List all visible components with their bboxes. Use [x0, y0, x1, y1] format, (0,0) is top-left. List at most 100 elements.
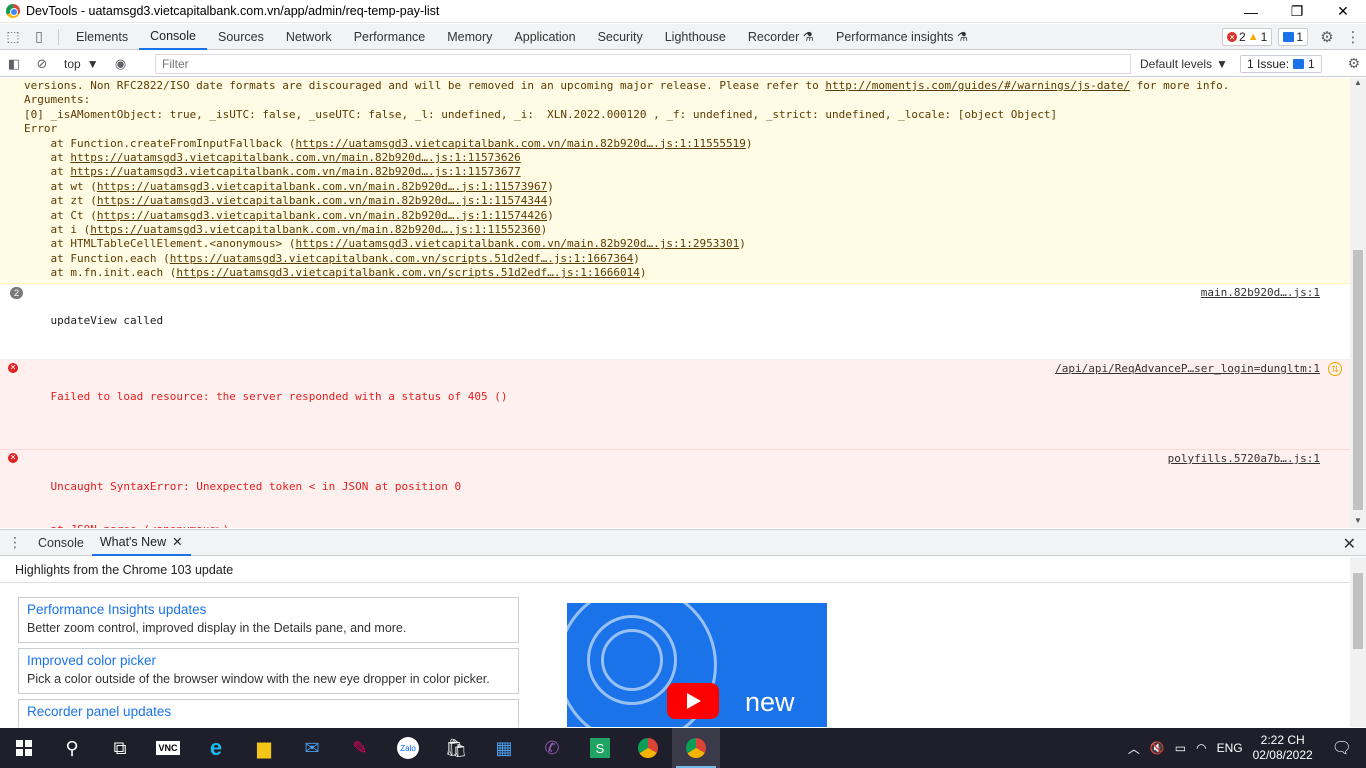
close-tab-icon[interactable]: ✕: [172, 534, 182, 549]
drawer-tab-console[interactable]: Console: [30, 529, 92, 556]
message-counter[interactable]: 1: [1278, 28, 1308, 46]
tab-performance-insights[interactable]: Performance insights ⚗: [825, 24, 979, 50]
whats-new-scrollbar[interactable]: [1350, 557, 1366, 727]
stack-frame-link[interactable]: https://uatamsgd3.vietcapitalbank.com.vn…: [176, 266, 640, 279]
network-request-icon[interactable]: ⇅: [1328, 361, 1342, 376]
stack-frame-text: at wt (: [24, 179, 97, 193]
tab-security[interactable]: Security: [587, 24, 654, 50]
mail-icon[interactable]: ✉: [288, 728, 336, 768]
tab-memory[interactable]: Memory: [436, 24, 503, 50]
sidebar-toggle-icon[interactable]: ◧: [0, 51, 28, 77]
tab-lighthouse[interactable]: Lighthouse: [654, 24, 737, 50]
tab-recorder-label: Recorder: [747, 29, 800, 44]
tab-recorder[interactable]: Recorder ⚗: [737, 24, 825, 50]
maximize-button[interactable]: ❐: [1274, 0, 1320, 23]
scroll-down-icon[interactable]: ▼: [1350, 516, 1366, 528]
vnc-icon[interactable]: VNC: [144, 728, 192, 768]
sheets-icon[interactable]: S: [576, 728, 624, 768]
tab-elements[interactable]: Elements: [65, 24, 139, 50]
chrome-icon[interactable]: [624, 728, 672, 768]
zalo-icon[interactable]: Zalo: [384, 728, 432, 768]
stack-frame-text: at: [24, 151, 71, 165]
stack-frame-link[interactable]: https://uatamsgd3.vietcapitalbank.com.vn…: [97, 180, 547, 193]
console-syntax-error: ✕ Uncaught SyntaxError: Unexpected token…: [0, 450, 1350, 528]
language-indicator[interactable]: ENG: [1212, 741, 1248, 755]
feature-card-title[interactable]: Performance Insights updates: [27, 602, 510, 617]
log-levels-select[interactable]: Default levels ▼: [1140, 51, 1228, 77]
feature-card-title[interactable]: Improved color picker: [27, 653, 510, 668]
error-icon: ✕: [1227, 32, 1238, 42]
store-icon[interactable]: 🛍: [432, 728, 480, 768]
wifi-icon[interactable]: ◠: [1191, 741, 1211, 755]
stack-frame-link[interactable]: https://uatamsgd3.vietcapitalbank.com.vn…: [97, 209, 547, 222]
whats-new-video[interactable]: new: [567, 603, 827, 727]
start-button[interactable]: [0, 728, 48, 768]
stack-frame-link[interactable]: https://uatamsgd3.vietcapitalbank.com.vn…: [70, 151, 520, 164]
clock[interactable]: 2:22 CH 02/08/2022: [1248, 733, 1318, 763]
file-explorer-icon[interactable]: ▆: [240, 728, 288, 768]
close-button[interactable]: ✕: [1320, 0, 1366, 23]
network-icon[interactable]: ▭: [1170, 741, 1191, 755]
message-source-link[interactable]: polyfills.5720a7b….js:1: [1168, 452, 1320, 466]
chrome-devtools-icon[interactable]: [672, 728, 720, 768]
calculator-icon[interactable]: ▦: [480, 728, 528, 768]
scroll-up-icon[interactable]: ▲: [1350, 78, 1366, 90]
warn-line: Arguments:: [24, 93, 91, 107]
settings-gear-icon[interactable]: ⚙: [1314, 24, 1340, 50]
warn-text: for more info.: [1129, 79, 1230, 92]
more-options-icon[interactable]: ⋮: [1340, 24, 1366, 50]
message-source-link[interactable]: /api/api/ReqAdvanceP…ser_login=dungltm:1: [1055, 362, 1320, 376]
scrollbar-thumb[interactable]: [1353, 250, 1363, 510]
stack-frame-link[interactable]: https://uatamsgd3.vietcapitalbank.com.vn…: [296, 237, 740, 250]
devtools-status: ✕ 2 ▲ 1 1 ⚙ ⋮: [1222, 24, 1366, 50]
feature-card-title[interactable]: Recorder panel updates: [27, 704, 510, 719]
drawer-menu-icon[interactable]: ⋮: [0, 534, 30, 551]
notifications-icon[interactable]: 🗨: [1318, 738, 1366, 758]
console-messages[interactable]: versions. Non RFC2822/ISO date formats a…: [0, 78, 1350, 528]
console-settings-gear-icon[interactable]: ⚙: [1347, 55, 1360, 72]
stack-frame: at https://uatamsgd3.vietcapitalbank.com…: [24, 151, 1320, 165]
stack-frame-text: at zt (: [24, 194, 97, 208]
scrollbar-thumb[interactable]: [1353, 573, 1363, 649]
feature-card[interactable]: Recorder panel updates: [18, 699, 519, 727]
warn-line: versions. Non RFC2822/ISO date formats a…: [24, 79, 1320, 93]
paint-icon[interactable]: ✎: [336, 728, 384, 768]
device-toolbar-icon[interactable]: ▯: [26, 24, 52, 50]
volume-muted-icon[interactable]: 🔇: [1145, 741, 1170, 755]
clear-console-icon[interactable]: ⊘: [28, 51, 56, 77]
warn-doc-link[interactable]: http://momentjs.com/guides/#/warnings/js…: [825, 79, 1130, 92]
feature-card[interactable]: Performance Insights updates Better zoom…: [18, 597, 519, 643]
youtube-play-icon[interactable]: [667, 683, 719, 719]
minimize-button[interactable]: —: [1228, 0, 1274, 23]
close-drawer-icon[interactable]: ✕: [1343, 534, 1356, 554]
stack-frame-link[interactable]: https://uatamsgd3.vietcapitalbank.com.vn…: [90, 223, 540, 236]
context-select[interactable]: top ▼: [56, 57, 107, 71]
tab-performance[interactable]: Performance: [343, 24, 437, 50]
console-scrollbar[interactable]: ▲ ▼: [1350, 78, 1366, 528]
windows-logo-icon: [16, 740, 32, 756]
issue-icon: [1293, 59, 1305, 69]
search-icon[interactable]: ⚲: [48, 728, 96, 768]
drawer-tab-whats-new[interactable]: What's New ✕: [91, 529, 191, 556]
filter-input[interactable]: [155, 54, 1131, 74]
live-expression-eye-icon[interactable]: ◉: [107, 51, 135, 77]
message-source-link[interactable]: main.82b920d….js:1: [1201, 286, 1320, 300]
show-hidden-icons-icon[interactable]: ︿: [1123, 740, 1145, 757]
tab-console[interactable]: Console: [139, 24, 207, 50]
tab-sources[interactable]: Sources: [207, 24, 275, 50]
task-view-icon[interactable]: ⧉: [96, 728, 144, 768]
stack-frame-link[interactable]: https://uatamsgd3.vietcapitalbank.com.vn…: [97, 194, 547, 207]
viber-icon[interactable]: ✆: [528, 728, 576, 768]
error-text: Failed to load resource: the server resp…: [50, 389, 508, 403]
issues-button[interactable]: 1 Issue: 1: [1240, 55, 1322, 73]
stack-frame-link[interactable]: https://uatamsgd3.vietcapitalbank.com.vn…: [296, 137, 746, 150]
ie-icon[interactable]: e: [192, 728, 240, 768]
stack-frame-text: ): [547, 194, 554, 208]
error-warning-counter[interactable]: ✕ 2 ▲ 1: [1222, 28, 1273, 46]
stack-frame-link[interactable]: https://uatamsgd3.vietcapitalbank.com.vn…: [70, 165, 520, 178]
feature-card[interactable]: Improved color picker Pick a color outsi…: [18, 648, 519, 694]
inspect-element-icon[interactable]: ⬚: [0, 24, 26, 50]
stack-frame-link[interactable]: https://uatamsgd3.vietcapitalbank.com.vn…: [170, 252, 634, 265]
tab-application[interactable]: Application: [503, 24, 586, 50]
tab-network[interactable]: Network: [275, 24, 343, 50]
